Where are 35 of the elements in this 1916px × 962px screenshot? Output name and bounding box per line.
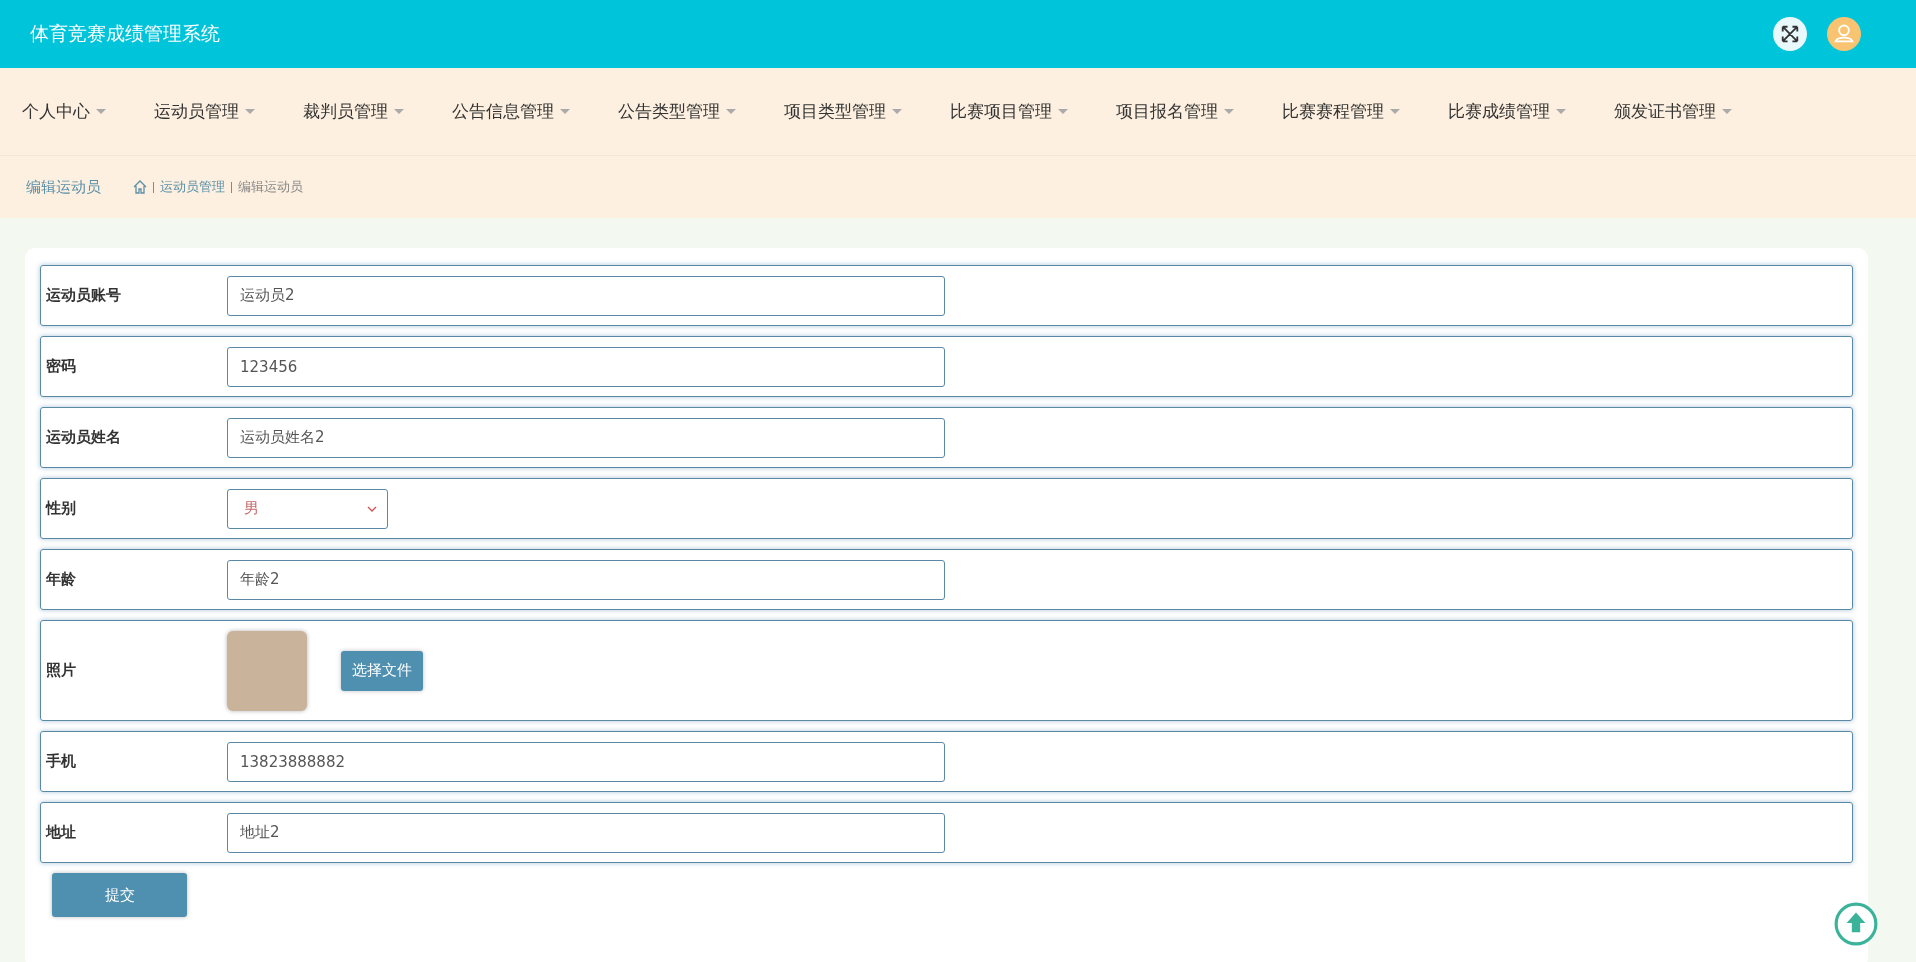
input-field[interactable]: 运动员2 [227,275,945,316]
nav-menu-item[interactable]: 个人中心 [22,100,106,123]
field-label: 年龄 [46,570,77,589]
input-field[interactable]: 123456 [227,346,945,387]
fullscreen-icon[interactable] [1773,17,1807,51]
field-label: 照片 [46,661,77,680]
nav-menu-item[interactable]: 公告信息管理 [452,100,570,123]
input-field[interactable]: 年龄2 [227,559,945,600]
nav-menu-item[interactable]: 裁判员管理 [303,100,404,123]
choose-file-button[interactable]: 选择文件 [341,650,423,691]
nav-menu-item[interactable]: 比赛项目管理 [950,100,1068,123]
submit-button[interactable]: 提交 [52,873,187,917]
input-field[interactable]: 运动员姓名2 [227,417,945,458]
input-field[interactable]: 地址2 [227,812,945,853]
nav-menu-item[interactable]: 运动员管理 [154,100,255,123]
gender-dropdown[interactable]: 男 [227,488,388,529]
field-label: 地址 [46,823,77,842]
user-avatar-icon[interactable] [1827,17,1861,51]
nav-menu-item[interactable]: 颁发证书管理 [1614,100,1732,123]
back-to-top-icon[interactable] [1833,901,1879,947]
nav-menu-item[interactable]: 比赛成绩管理 [1448,100,1566,123]
chevron-down-icon [367,505,377,512]
nav-menu-item[interactable]: 项目类型管理 [784,100,902,123]
field-label: 运动员账号 [46,286,122,305]
app-title: 体育竞赛成绩管理系统 [30,21,220,46]
nav-menu-item[interactable]: 比赛赛程管理 [1282,100,1400,123]
input-field[interactable]: 13823888882 [227,741,945,782]
nav-menu-item[interactable]: 项目报名管理 [1116,100,1234,123]
page-title: 编辑运动员 [26,177,101,197]
field-label: 手机 [46,752,77,771]
nav-menu-item[interactable]: 公告类型管理 [618,100,736,123]
field-label: 密码 [46,357,77,376]
field-label: 性别 [46,499,77,518]
home-icon[interactable] [133,180,147,194]
field-label: 运动员姓名 [46,428,122,447]
